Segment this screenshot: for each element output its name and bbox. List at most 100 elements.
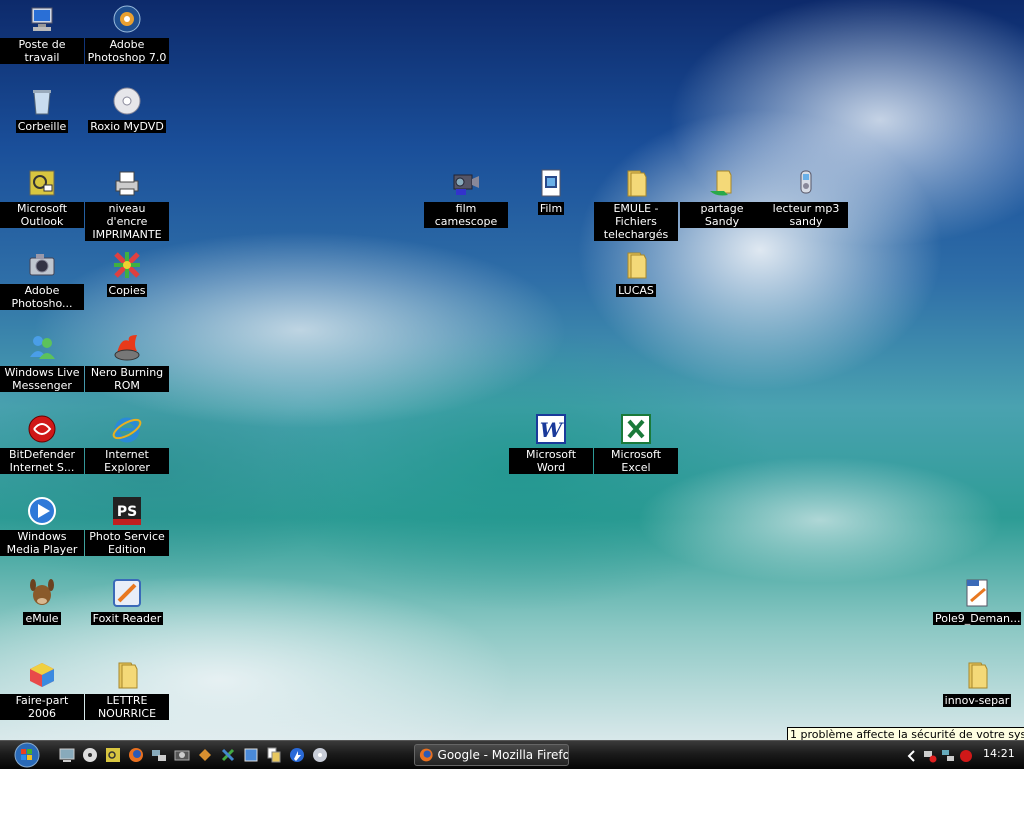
taskbar-button-label: Google - Mozilla Firefo... xyxy=(437,748,568,762)
desktop-icon-corbeille[interactable]: Corbeille xyxy=(0,85,84,133)
desktop-icon-roxio-mydvd[interactable]: Roxio MyDVD xyxy=(85,85,169,133)
quick-launch xyxy=(58,746,329,764)
copy-icon[interactable] xyxy=(265,746,283,764)
ie-icon xyxy=(111,413,143,445)
desktop-icon-partage-sandy[interactable]: partage Sandy xyxy=(680,167,764,228)
network-icon[interactable] xyxy=(150,746,168,764)
desktop-icon-film-camescope[interactable]: film camescope xyxy=(424,167,508,228)
desktop-icon-lucas[interactable]: LUCAS xyxy=(594,249,678,297)
desktop-icon-internet-explorer[interactable]: Internet Explorer xyxy=(85,413,169,474)
desktop-icon-pole9[interactable]: Pole9_Deman... xyxy=(933,577,1021,625)
desktop-icon-adobe-photoshop-7[interactable]: Adobe Photoshop 7.0 xyxy=(85,3,169,64)
desktop-icon-windows-live-messenger[interactable]: Windows Live Messenger xyxy=(0,331,84,392)
word-icon: W xyxy=(535,413,567,445)
desktop-icon-label: Poste de travail xyxy=(0,38,84,64)
camcorder-icon xyxy=(450,167,482,199)
desktop-icon-nero[interactable]: Nero Burning ROM xyxy=(85,331,169,392)
network-icon[interactable] xyxy=(941,748,955,762)
excel-icon xyxy=(620,413,652,445)
film-icon xyxy=(535,167,567,199)
desktop-icon-foxit-reader[interactable]: Foxit Reader xyxy=(85,577,169,625)
bitdefender-icon[interactable] xyxy=(959,748,973,762)
svg-text:W: W xyxy=(540,418,565,442)
folder-icon xyxy=(961,659,993,691)
desktop-icon-copies[interactable]: Copies xyxy=(85,249,169,297)
dvd-icon xyxy=(111,85,143,117)
desktop-icon-poste-de-travail[interactable]: Poste de travail xyxy=(0,3,84,64)
recycle-bin-icon xyxy=(26,85,58,117)
outlook-icon[interactable] xyxy=(104,746,122,764)
emule-icon xyxy=(26,577,58,609)
mp3-player-icon xyxy=(790,167,822,199)
shared-folder-icon xyxy=(706,167,738,199)
desktop-icon-niveau-encre[interactable]: niveau d'encre IMPRIMANTE xyxy=(85,167,169,241)
desktop-icon-emule-fichiers[interactable]: EMULE - Fichiers telechargés xyxy=(594,167,678,241)
desktop-icon-microsoft-excel[interactable]: Microsoft Excel xyxy=(594,413,678,474)
desktop-icon-microsoft-outlook[interactable]: Microsoft Outlook xyxy=(0,167,84,228)
desktop-icon-label: EMULE - Fichiers telechargés xyxy=(594,202,678,241)
desktop-icon-label: Adobe Photosho... xyxy=(0,284,84,310)
system-tray xyxy=(905,745,973,765)
desktop-icon-label: Roxio MyDVD xyxy=(88,120,166,133)
desktop-icon-label: Faire-part 2006 xyxy=(0,694,84,720)
pdf-icon xyxy=(961,577,993,609)
photoshop-icon xyxy=(111,3,143,35)
nero-icon xyxy=(111,331,143,363)
desktop-icon-windows-media-player[interactable]: Windows Media Player xyxy=(0,495,84,556)
desktop-icon-innov-separ[interactable]: innov-separ xyxy=(935,659,1019,707)
recycle-icon[interactable] xyxy=(219,746,237,764)
desktop-icon-label: BitDefender Internet S... xyxy=(0,448,84,474)
tool-icon[interactable] xyxy=(196,746,214,764)
desktop-icon-label: Windows Media Player xyxy=(0,530,84,556)
start-button[interactable] xyxy=(8,741,46,769)
desktop-icon-lecteur-mp3[interactable]: lecteur mp3 sandy xyxy=(764,167,848,228)
desktop-icon-film[interactable]: Film xyxy=(509,167,593,215)
desktop-icon-label: LETTRE NOURRICE xyxy=(85,694,169,720)
desktop: Poste de travail Corbeille Microsoft Out… xyxy=(0,0,1024,740)
firefox-icon[interactable] xyxy=(127,746,145,764)
chevron-left-icon[interactable] xyxy=(905,748,919,762)
bitdefender-icon xyxy=(26,413,58,445)
foxit-icon xyxy=(111,577,143,609)
desktop-icon-label: eMule xyxy=(23,612,61,625)
camera-icon[interactable] xyxy=(173,746,191,764)
printer-icon xyxy=(111,167,143,199)
desktop-icon-bitdefender[interactable]: BitDefender Internet S... xyxy=(0,413,84,474)
computer-icon xyxy=(26,3,58,35)
security-notification[interactable]: 1 problème affecte la sécurité de votre … xyxy=(787,727,1024,740)
copies-icon xyxy=(111,249,143,281)
ps-icon: PS xyxy=(111,495,143,527)
desktop-icon-label: Film xyxy=(537,202,565,215)
taskbar: Google - Mozilla Firefo... 14:21 xyxy=(0,740,1024,769)
desktop-icon-label: Microsoft Word xyxy=(509,448,593,474)
desktop-icon-photo-service[interactable]: PS Photo Service Edition xyxy=(85,495,169,556)
desktop-icon-emule[interactable]: eMule xyxy=(0,577,84,625)
network-error-icon[interactable] xyxy=(923,748,937,763)
svg-text:PS: PS xyxy=(117,504,137,520)
firefox-icon xyxy=(419,748,433,762)
desktop-icon-label: Foxit Reader xyxy=(90,612,164,625)
desktop-icon-label: Nero Burning ROM xyxy=(85,366,169,392)
desktop-icon-microsoft-word[interactable]: W Microsoft Word xyxy=(509,413,593,474)
desktop-icon-label: Windows Live Messenger xyxy=(0,366,84,392)
desktop-icon-label: film camescope xyxy=(424,202,508,228)
window-icon[interactable] xyxy=(242,746,260,764)
desktop-icon-faire-part[interactable]: Faire-part 2006 xyxy=(0,659,84,720)
desktop-icon-lettre-nourrice[interactable]: LETTRE NOURRICE xyxy=(85,659,169,720)
desktop-icon-label: partage Sandy xyxy=(680,202,764,228)
faire-part-icon xyxy=(26,659,58,691)
desktop-icon-adobe-photoshop[interactable]: Adobe Photosho... xyxy=(0,249,84,310)
folder-icon xyxy=(620,249,652,281)
desktop-icon-label: Adobe Photoshop 7.0 xyxy=(85,38,169,64)
show-desktop-icon[interactable] xyxy=(58,746,76,764)
taskbar-button-firefox[interactable]: Google - Mozilla Firefo... xyxy=(414,744,569,766)
desktop-icon-label: Microsoft Outlook xyxy=(0,202,84,228)
desktop-icon-label: Microsoft Excel xyxy=(594,448,678,474)
dvd-icon[interactable] xyxy=(81,746,99,764)
disc-icon[interactable] xyxy=(311,746,329,764)
clock[interactable]: 14:21 xyxy=(983,747,1015,760)
desktop-icon-label: innov-separ xyxy=(942,694,1012,707)
messenger-icon[interactable] xyxy=(288,746,306,764)
desktop-icon-label: Corbeille xyxy=(15,120,69,133)
desktop-icon-label: lecteur mp3 sandy xyxy=(764,202,848,228)
